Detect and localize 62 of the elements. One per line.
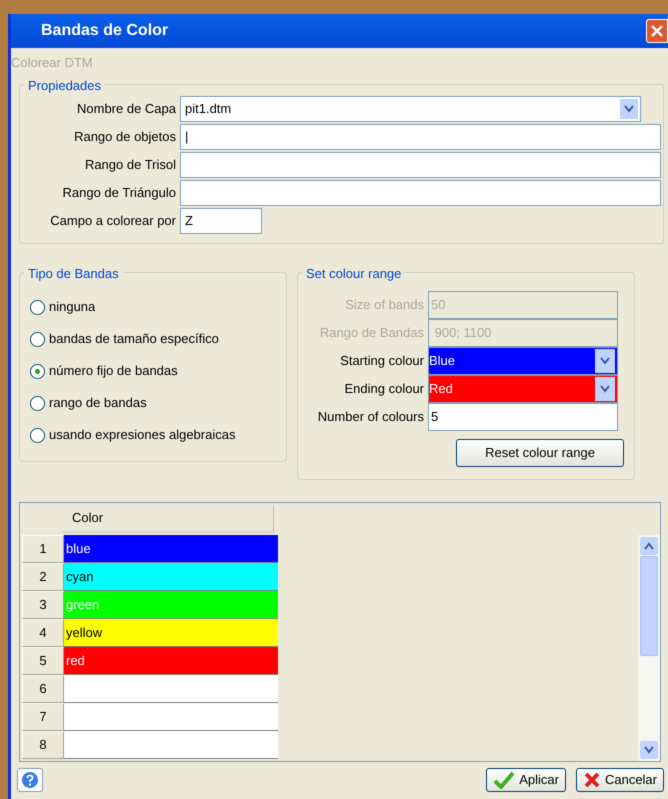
field-label: Size of bands [344, 296, 425, 314]
row-number[interactable]: 6 [22, 675, 64, 703]
chevron-down-icon [600, 357, 610, 365]
colour-cell: red [64, 647, 278, 675]
radio-label[interactable]: número fijo de bandas [49, 361, 178, 381]
chevron-down-icon [600, 385, 610, 393]
radio-label[interactable]: bandas de tamaño específico [49, 329, 219, 349]
row-number[interactable]: 3 [22, 591, 64, 619]
scroll-thumb[interactable] [640, 556, 658, 656]
radio-button[interactable] [30, 396, 45, 410]
row-number[interactable]: 8 [22, 731, 64, 759]
row-number[interactable]: 7 [22, 703, 64, 731]
chevron-down-icon [624, 105, 634, 113]
row-number[interactable]: 2 [22, 563, 64, 591]
field-label: Rango de Triángulo [62, 184, 177, 202]
layer-dropdown[interactable]: pit1.dtm [180, 96, 641, 122]
radio-button[interactable] [30, 300, 45, 314]
colour-cell: green [64, 591, 278, 619]
colour-dropdown[interactable]: Red [428, 375, 618, 403]
radio-button[interactable] [30, 364, 45, 378]
row-number[interactable]: 5 [22, 647, 64, 675]
chevron-up-icon [644, 542, 654, 550]
input-field[interactable] [180, 180, 661, 206]
radio-button[interactable] [30, 428, 45, 442]
colour-cell: cyan [64, 563, 278, 591]
scroll-up-button[interactable] [640, 537, 658, 555]
row-number[interactable]: 4 [22, 619, 64, 647]
radio-label[interactable]: rango de bandas [49, 393, 147, 413]
field-label: Rango de Trisol [84, 156, 177, 174]
section-title: Colorear DTM [11, 56, 93, 70]
input-field[interactable] [180, 152, 661, 178]
close-icon [650, 24, 664, 38]
column-header[interactable]: Color [62, 505, 274, 533]
field-label: Rango de Bandas [318, 324, 425, 342]
input-field[interactable]: 5 [428, 403, 618, 431]
row-number[interactable]: 1 [22, 535, 64, 563]
help-button[interactable] [17, 768, 43, 792]
radio-label[interactable]: ninguna [49, 297, 96, 317]
field-label: Campo a colorear por [49, 212, 177, 230]
field-label: Rango de objetos [73, 128, 177, 146]
window-title: Bandas de Color [41, 21, 168, 41]
help-icon [21, 771, 39, 789]
colour-cell: blue [64, 535, 278, 563]
input-field[interactable]: | [180, 124, 661, 150]
apply-button[interactable]: Aplicar [486, 768, 566, 792]
cancel-button[interactable]: Cancelar [576, 768, 664, 792]
input-field[interactable]: Z [180, 208, 262, 234]
scroll-down-button[interactable] [640, 741, 658, 759]
field-label: Number of colours [316, 408, 425, 426]
field-label: Starting colour [339, 352, 425, 370]
close-button[interactable] [646, 19, 668, 43]
radio-button[interactable] [30, 332, 45, 346]
check-icon [493, 771, 516, 789]
colour-dropdown[interactable]: Blue [428, 347, 618, 375]
colour-cell: yellow [64, 619, 278, 647]
chevron-down-icon [644, 746, 654, 754]
radio-label[interactable]: usando expresiones algebraicas [49, 425, 236, 445]
cross-icon [582, 771, 601, 789]
field-label: Nombre de Capa [76, 100, 177, 118]
vertical-scrollbar[interactable] [638, 535, 660, 761]
reset-colour-range-button[interactable]: Reset colour range [456, 439, 624, 467]
field-label: Ending colour [344, 380, 425, 398]
